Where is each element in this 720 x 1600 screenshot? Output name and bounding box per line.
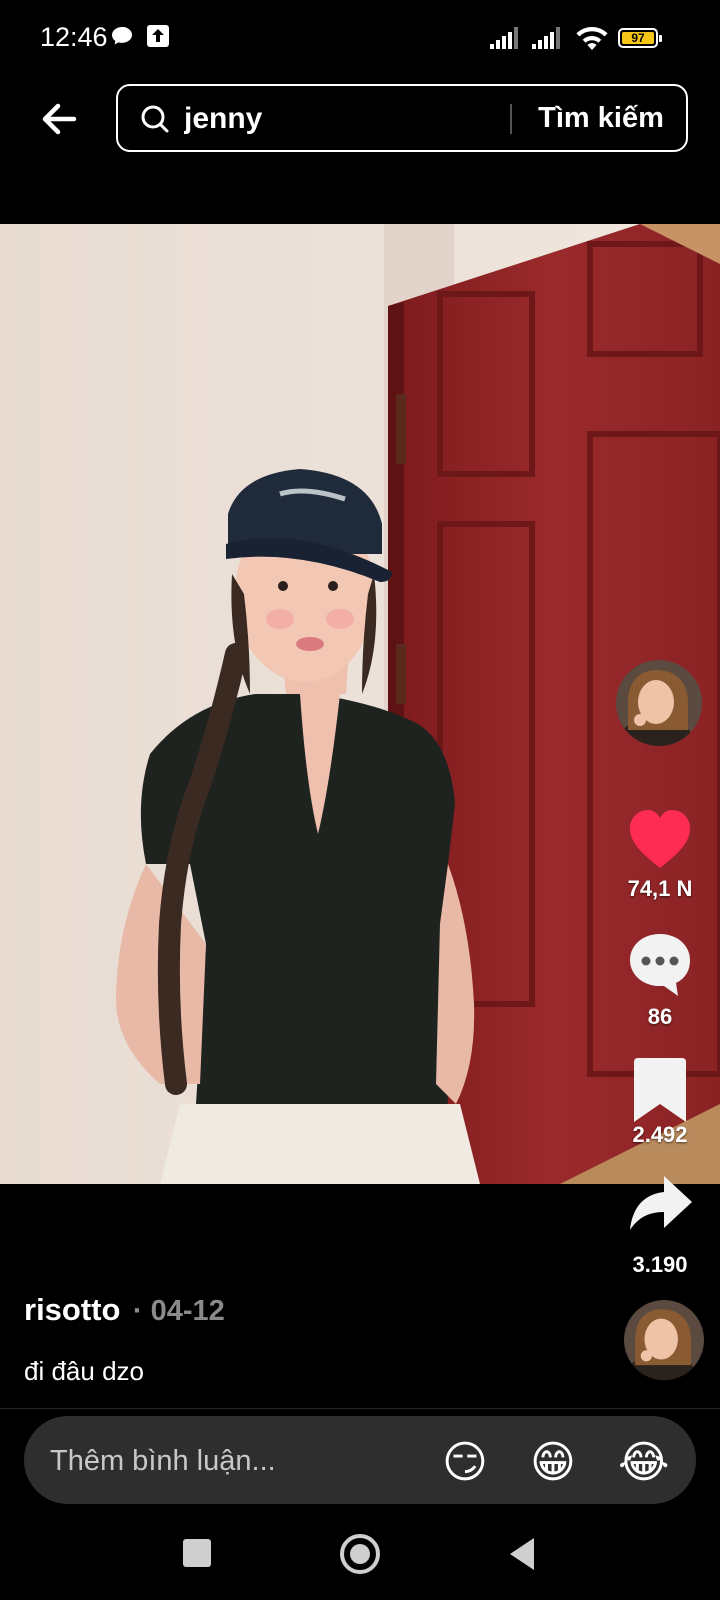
creator-avatar[interactable] (616, 660, 702, 746)
comment-count: 86 (647, 1004, 673, 1029)
post-caption: đi đâu dzo (24, 1356, 144, 1386)
comment-bar: 😏 😁 😂 (24, 1416, 696, 1504)
post-date: · 04-12 (132, 1295, 225, 1327)
back-triangle-icon[interactable] (506, 1536, 538, 1572)
bookmark-icon[interactable] (624, 1054, 696, 1126)
share-icon[interactable] (624, 1168, 696, 1240)
status-time: 12:46 (40, 22, 108, 52)
music-disc-image (624, 1300, 704, 1380)
emoji-grin-button[interactable]: 😁 (530, 1436, 584, 1490)
side-actions: 74,1 N 86 2.492 3.190 (600, 0, 720, 1600)
emoji-smirk-button[interactable]: 😏 (442, 1436, 496, 1490)
divider (0, 1408, 720, 1409)
search-divider (510, 104, 512, 134)
signal-icon (532, 27, 560, 49)
like-heart-icon[interactable] (624, 804, 696, 876)
share-count: 3.190 (632, 1252, 688, 1277)
comment-icon[interactable] (624, 928, 696, 1000)
home-circle-icon[interactable] (338, 1532, 382, 1576)
signal-icon (490, 27, 518, 49)
like-count: 74,1 N (627, 876, 693, 901)
search-icon (141, 105, 169, 133)
upload-icon (147, 25, 169, 47)
system-nav-bar (0, 1516, 720, 1600)
avatar-image (616, 660, 702, 746)
back-arrow-icon[interactable] (36, 96, 88, 142)
chat-bubble-icon (112, 26, 132, 45)
recents-square-icon[interactable] (180, 1536, 214, 1570)
post-meta: risotto · 04-12 (24, 1292, 225, 1328)
music-disc-avatar[interactable] (624, 1300, 704, 1380)
emoji-laugh-button[interactable]: 😂 (618, 1436, 672, 1490)
author-name[interactable]: risotto (24, 1292, 120, 1327)
search-input[interactable] (182, 96, 486, 142)
save-count: 2.492 (632, 1122, 688, 1147)
comment-input[interactable] (48, 1436, 432, 1486)
